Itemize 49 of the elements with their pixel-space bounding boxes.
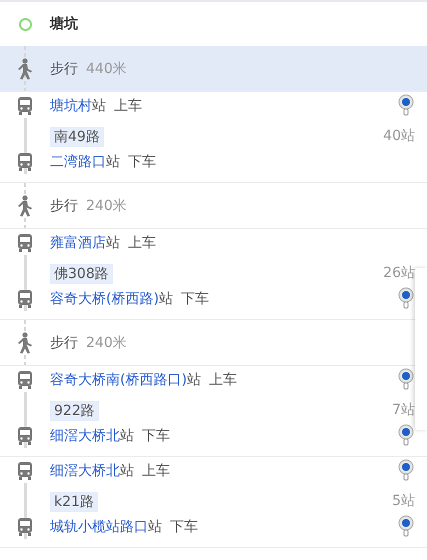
walk-label: 步行 — [50, 334, 78, 352]
bus-icon — [17, 152, 33, 172]
station-name[interactable]: 细滘大桥北站 — [50, 427, 134, 445]
station-name[interactable]: 塘坑村站 — [50, 97, 106, 115]
station-name[interactable]: 容奇大桥(桥西路)站 — [50, 290, 173, 308]
board-label: 上车 — [142, 462, 170, 480]
stop-count: 26站 — [383, 264, 415, 282]
bus-icon — [17, 517, 33, 537]
map-pin-icon[interactable] — [398, 287, 414, 309]
walk-distance: 240米 — [86, 196, 127, 214]
bus-icon — [17, 461, 33, 481]
walk-step[interactable]: 步行 240米 — [0, 183, 427, 229]
map-pin-icon[interactable] — [398, 515, 414, 537]
alight-label: 下车 — [180, 290, 209, 308]
walk-step[interactable]: 步行 440米 — [0, 46, 427, 92]
bus-line-tag[interactable]: k21路 — [50, 492, 98, 512]
bus-icon — [17, 96, 33, 116]
station-name[interactable]: 二湾路口站 — [50, 153, 120, 171]
stop-count: 5站 — [392, 492, 415, 510]
map-pin-icon[interactable] — [398, 94, 414, 116]
start-name: 塘坑 — [50, 15, 78, 33]
walk-distance: 440米 — [86, 60, 127, 78]
bus-line-tag[interactable]: 南49路 — [50, 127, 104, 147]
bus-icon — [17, 426, 33, 446]
board-label: 上车 — [208, 371, 237, 389]
map-pin-icon[interactable] — [398, 368, 414, 390]
stop-count: 40站 — [383, 127, 415, 145]
map-pin-icon[interactable] — [398, 459, 414, 481]
station-name[interactable]: 雍富酒店站 — [50, 234, 120, 252]
start-point-icon — [18, 18, 32, 30]
board-label: 上车 — [114, 97, 142, 115]
alight-label: 下车 — [128, 153, 156, 171]
map-pin-icon[interactable] — [398, 424, 414, 446]
bus-line-tag[interactable]: 佛308路 — [50, 264, 113, 284]
bus-icon — [17, 370, 33, 390]
walk-label: 步行 — [50, 60, 78, 78]
bus-icon — [17, 233, 33, 253]
bus-icon — [17, 289, 33, 309]
walk-distance: 240米 — [86, 334, 127, 352]
station-name[interactable]: 容奇大桥南(桥西路口)站 — [50, 371, 201, 389]
station-name[interactable]: 城轨小榄站路口站 — [50, 518, 162, 536]
alight-label: 下车 — [142, 427, 170, 445]
bus-line-tag[interactable]: 922路 — [50, 401, 99, 421]
walk-label: 步行 — [50, 196, 78, 214]
board-label: 上车 — [128, 234, 156, 252]
station-name[interactable]: 细滘大桥北站 — [50, 462, 134, 480]
stop-count: 7站 — [392, 401, 415, 419]
walking-person-icon — [16, 58, 34, 80]
alight-label: 下车 — [170, 518, 198, 536]
